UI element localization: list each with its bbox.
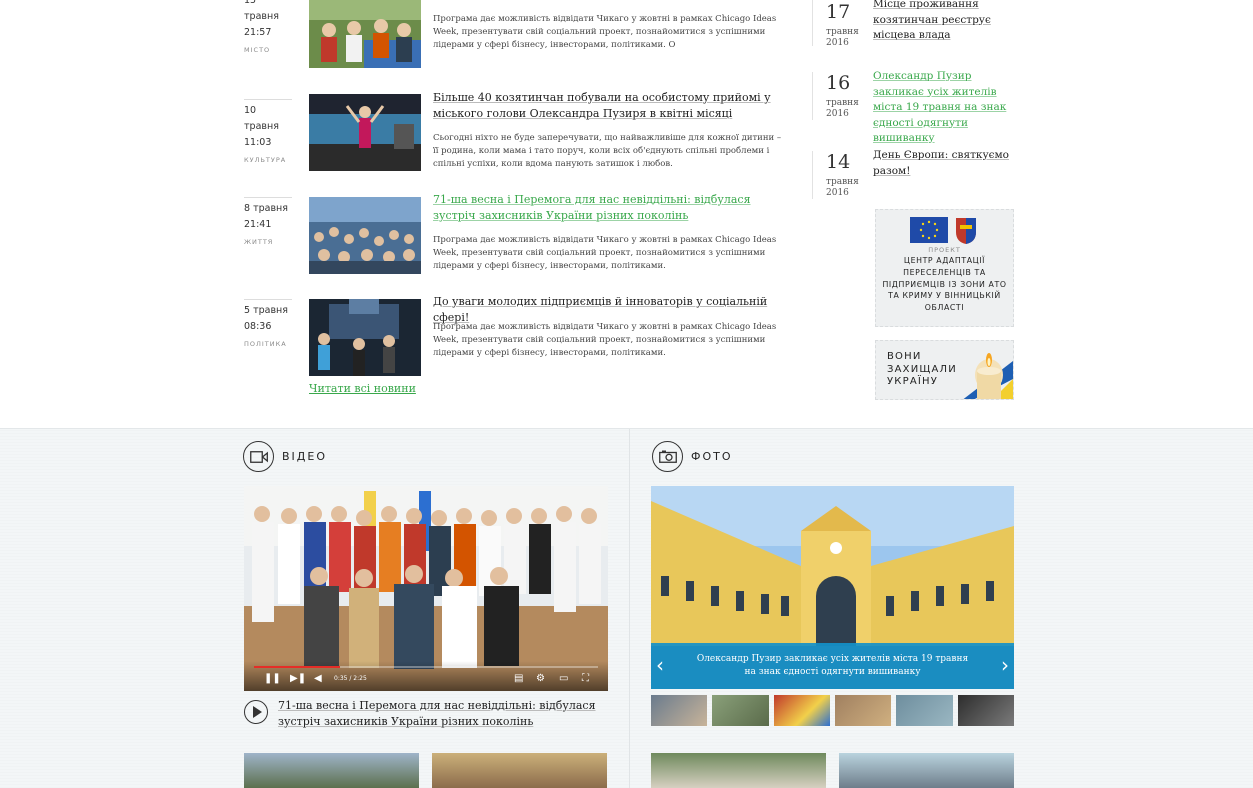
news-time: 11:03 xyxy=(244,137,272,148)
news-section: 15 травня 21:57 місто Програма дає можли… xyxy=(0,0,1253,428)
photo-thumbnail[interactable] xyxy=(651,695,708,726)
event-month: травня xyxy=(826,177,859,187)
volume-icon[interactable]: ◀ xyxy=(314,674,322,684)
event-year: 2016 xyxy=(826,109,849,119)
video-thumbnail[interactable] xyxy=(244,753,419,788)
photo-camera-icon xyxy=(652,441,683,472)
photo-thumbnail[interactable] xyxy=(896,695,953,726)
theater-mode-icon[interactable]: ▭ xyxy=(559,674,568,684)
video-thumbnail[interactable] xyxy=(432,753,607,788)
project-label: ПРОЕКТ xyxy=(928,246,961,254)
news-meta: 5 травня 08:36 політика xyxy=(244,299,292,348)
photo-caption: Олександр Пузир закликає усіх жителів мі… xyxy=(651,643,1014,689)
next-icon[interactable]: ▶❚ xyxy=(290,674,306,684)
photo-section-title: ФОТО xyxy=(691,450,733,463)
event-item: 16 травня 2016 Олександр Пузир закликає … xyxy=(812,70,1012,144)
photo-thumbnail[interactable] xyxy=(957,695,1014,726)
news-excerpt: Програма дає можливість відвідати Чикаго… xyxy=(433,235,777,271)
chevron-left-icon[interactable]: ‹ xyxy=(656,653,664,677)
chevron-right-icon[interactable]: › xyxy=(1001,653,1009,677)
project-text: центр адаптації переселенців та підприєм… xyxy=(882,256,1007,313)
event-year: 2016 xyxy=(826,188,849,198)
news-meta: 10 травня 11:03 культура xyxy=(244,99,292,164)
photo-slider[interactable]: Олександр Пузир закликає усіх жителів мі… xyxy=(651,486,1014,689)
event-item: 17 травня 2016 Місце проживання козятинч… xyxy=(812,0,1012,48)
photo-album-thumbnail[interactable] xyxy=(651,753,826,788)
news-time: 21:57 xyxy=(244,27,272,38)
news-category[interactable]: життя xyxy=(244,238,292,246)
news-time: 21:41 xyxy=(244,219,272,230)
news-date: 10 травня xyxy=(244,105,279,132)
gear-icon[interactable]: ⚙ xyxy=(536,674,545,684)
event-title-link[interactable]: Місце проживання козятинчан реєструє міс… xyxy=(873,0,1018,44)
video-player[interactable]: ❚❚ ▶❚ ◀ 0:35 / 2:25 ▤ ⚙ ▭ ⛶ xyxy=(244,486,608,691)
photo-thumbnail[interactable] xyxy=(712,695,769,726)
news-excerpt: Програма дає можливість відвідати Чикаго… xyxy=(433,322,777,358)
news-date: 15 травня xyxy=(244,0,279,22)
event-day: 17 xyxy=(826,1,851,23)
event-month: травня xyxy=(826,98,859,108)
news-thumbnail[interactable] xyxy=(309,0,421,68)
news-date: 8 травня xyxy=(244,203,288,214)
video-camera-icon xyxy=(243,441,274,472)
read-all-news-link[interactable]: Читати всі новини xyxy=(309,382,416,395)
photo-caption-text[interactable]: Олександр Пузир закликає усіх жителів мі… xyxy=(697,654,968,677)
news-meta: 8 травня 21:41 життя xyxy=(244,197,292,246)
news-title-link[interactable]: Більше 40 козятинчан побували на особист… xyxy=(433,90,783,122)
news-item: 8 травня 21:41 життя 71-ша весна і Перем… xyxy=(244,193,784,287)
event-day: 14 xyxy=(826,151,851,173)
photo-section-header[interactable]: ФОТО xyxy=(652,441,733,472)
heroes-text: ВОНИ ЗАХИЩАЛИ УКРАЇНУ xyxy=(887,351,957,387)
divider xyxy=(629,429,630,788)
news-meta: 15 травня 21:57 місто xyxy=(244,0,292,54)
news-date: 5 травня xyxy=(244,305,288,316)
event-title-link[interactable]: Олександр Пузир закликає усіх жителів мі… xyxy=(873,69,1018,147)
video-section-header[interactable]: ВІДЕО xyxy=(243,441,327,472)
video-title-link[interactable]: 71-ша весна і Перемога для нас невідділь… xyxy=(278,698,598,730)
news-item: 10 травня 11:03 культура Більше 40 козят… xyxy=(244,91,784,189)
video-section-title: ВІДЕО xyxy=(282,450,327,463)
news-item: 15 травня 21:57 місто Програма дає можли… xyxy=(244,0,784,80)
event-month: травня xyxy=(826,27,859,37)
news-category[interactable]: культура xyxy=(244,156,292,164)
event-day: 16 xyxy=(826,72,851,94)
flags xyxy=(876,217,1013,244)
video-controls: ❚❚ ▶❚ ◀ 0:35 / 2:25 ▤ ⚙ ▭ ⛶ xyxy=(244,661,608,691)
news-excerpt: Сьогодні ніхто не буде заперечувати, що … xyxy=(433,133,782,169)
photo-album-thumbnail[interactable] xyxy=(839,753,1014,788)
photo-thumbnails xyxy=(651,695,1014,726)
event-year: 2016 xyxy=(826,38,849,48)
news-thumbnail[interactable] xyxy=(309,94,421,171)
news-category[interactable]: політика xyxy=(244,340,292,348)
captions-icon[interactable]: ▤ xyxy=(514,674,523,684)
play-icon[interactable] xyxy=(244,700,268,724)
news-thumbnail[interactable] xyxy=(309,299,421,376)
news-category[interactable]: місто xyxy=(244,46,292,54)
news-time: 08:36 xyxy=(244,321,272,332)
media-section: ВІДЕО ❚❚ ▶❚ ◀ 0:35 / 2:25 ▤ ⚙ ▭ ⛶ 71-ша … xyxy=(0,428,1253,788)
video-progress-fill xyxy=(254,666,340,668)
pause-icon[interactable]: ❚❚ xyxy=(264,674,281,684)
adaptation-center-banner[interactable]: ПРОЕКТ центр адаптації переселенців та п… xyxy=(875,209,1014,327)
news-excerpt: Програма дає можливість відвідати Чикаго… xyxy=(433,14,777,50)
fullscreen-icon[interactable]: ⛶ xyxy=(582,674,589,684)
event-item: 14 травня 2016 День Європи: святкуємо ра… xyxy=(812,149,1012,199)
heroes-banner[interactable]: ВОНИ ЗАХИЩАЛИ УКРАЇНУ xyxy=(875,340,1014,400)
photo-thumbnail[interactable] xyxy=(773,695,830,726)
candle-icon xyxy=(963,353,1013,399)
news-item: 5 травня 08:36 політика До уваги молодих… xyxy=(244,295,784,389)
video-time: 0:35 / 2:25 xyxy=(334,675,367,682)
video-progress-bar[interactable] xyxy=(254,666,598,668)
event-title-link[interactable]: День Європи: святкуємо разом! xyxy=(873,148,1018,179)
photo-thumbnail[interactable] xyxy=(834,695,892,726)
news-title-link[interactable]: 71-ша весна і Перемога для нас невідділь… xyxy=(433,192,783,224)
news-thumbnail[interactable] xyxy=(309,197,421,274)
